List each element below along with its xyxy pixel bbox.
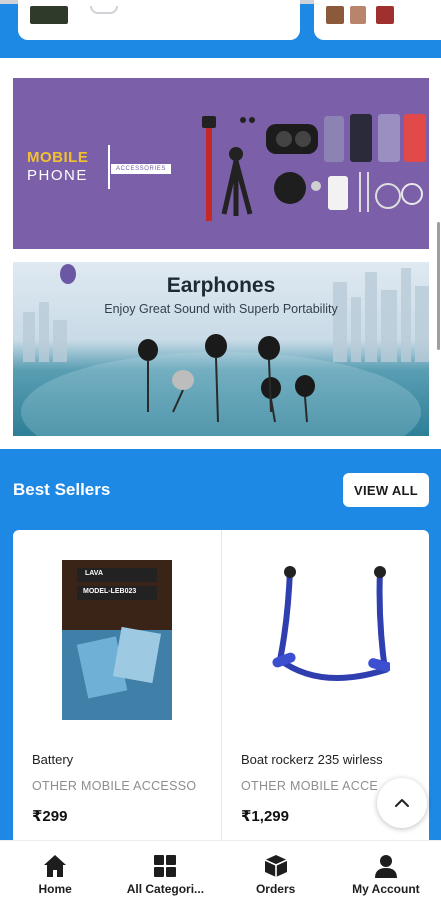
- view-all-button[interactable]: VIEW ALL: [343, 473, 429, 507]
- banner-subtitle: Enjoy Great Sound with Superb Portabilit…: [104, 302, 338, 316]
- scrollbar[interactable]: [437, 222, 440, 350]
- nav-label: Orders: [255, 882, 296, 896]
- mobile-accessories-banner[interactable]: MOBILE PHONE ACCESSORIES: [13, 78, 429, 249]
- banner-title: Earphones: [166, 274, 276, 297]
- top-category-strip: [0, 0, 441, 58]
- accessories-illustration: [202, 114, 426, 221]
- product-name: Battery: [32, 752, 74, 767]
- category-thumbnail: [326, 6, 344, 24]
- home-icon: [44, 855, 67, 877]
- chevron-up-icon: [395, 799, 409, 807]
- app-screen: MOBILE PHONE ACCESSORIES Earphones Enjoy…: [0, 0, 441, 900]
- image-label: LAVA: [85, 570, 104, 577]
- nav-orders[interactable]: Orders: [221, 841, 331, 900]
- product-name: Boat rockerz 235 wirless: [241, 752, 383, 767]
- product-list: LAVA MODEL-LEB023 Battery OTHER MOBILE A…: [13, 530, 429, 860]
- nav-label: Home: [38, 882, 72, 896]
- category-thumbnail: [376, 6, 394, 24]
- product-category: OTHER MOBILE ACCESSO: [32, 779, 197, 793]
- bottom-navigation: Home All Categori... Orders My Account: [0, 840, 441, 900]
- product-price: ₹299: [32, 808, 68, 825]
- nav-label: All Categori...: [126, 882, 205, 896]
- category-card[interactable]: [18, 0, 300, 40]
- product-card[interactable]: LAVA MODEL-LEB023 Battery OTHER MOBILE A…: [13, 530, 221, 860]
- nav-all-categories[interactable]: All Categori...: [110, 841, 220, 900]
- image-label: MODEL-LEB023: [83, 588, 137, 595]
- box-icon: [264, 855, 287, 877]
- category-thumbnail: [90, 6, 118, 14]
- earphones-banner[interactable]: Earphones Enjoy Great Sound with Superb …: [13, 262, 429, 436]
- section-title: Best Sellers: [13, 480, 111, 499]
- category-thumbnail: [30, 6, 68, 24]
- product-image: [62, 560, 172, 720]
- category-card[interactable]: [314, 0, 441, 40]
- banner-subtitle: PHONE: [27, 167, 88, 184]
- nav-home[interactable]: Home: [0, 841, 110, 900]
- category-thumbnail: [350, 6, 366, 24]
- person-icon: [374, 855, 397, 878]
- product-image: [272, 566, 390, 681]
- best-sellers-section: Best Sellers VIEW ALL LAVA MODEL-LEB023 …: [0, 449, 441, 860]
- banner-title: MOBILE: [27, 149, 89, 166]
- nav-my-account[interactable]: My Account: [331, 841, 441, 900]
- banner-divider: [108, 145, 110, 189]
- scroll-to-top-button[interactable]: [377, 778, 427, 828]
- nav-label: My Account: [352, 882, 420, 896]
- grid-icon: [154, 855, 177, 877]
- banner-tag: ACCESSORIES: [111, 164, 171, 174]
- product-price: ₹1,299: [241, 808, 289, 825]
